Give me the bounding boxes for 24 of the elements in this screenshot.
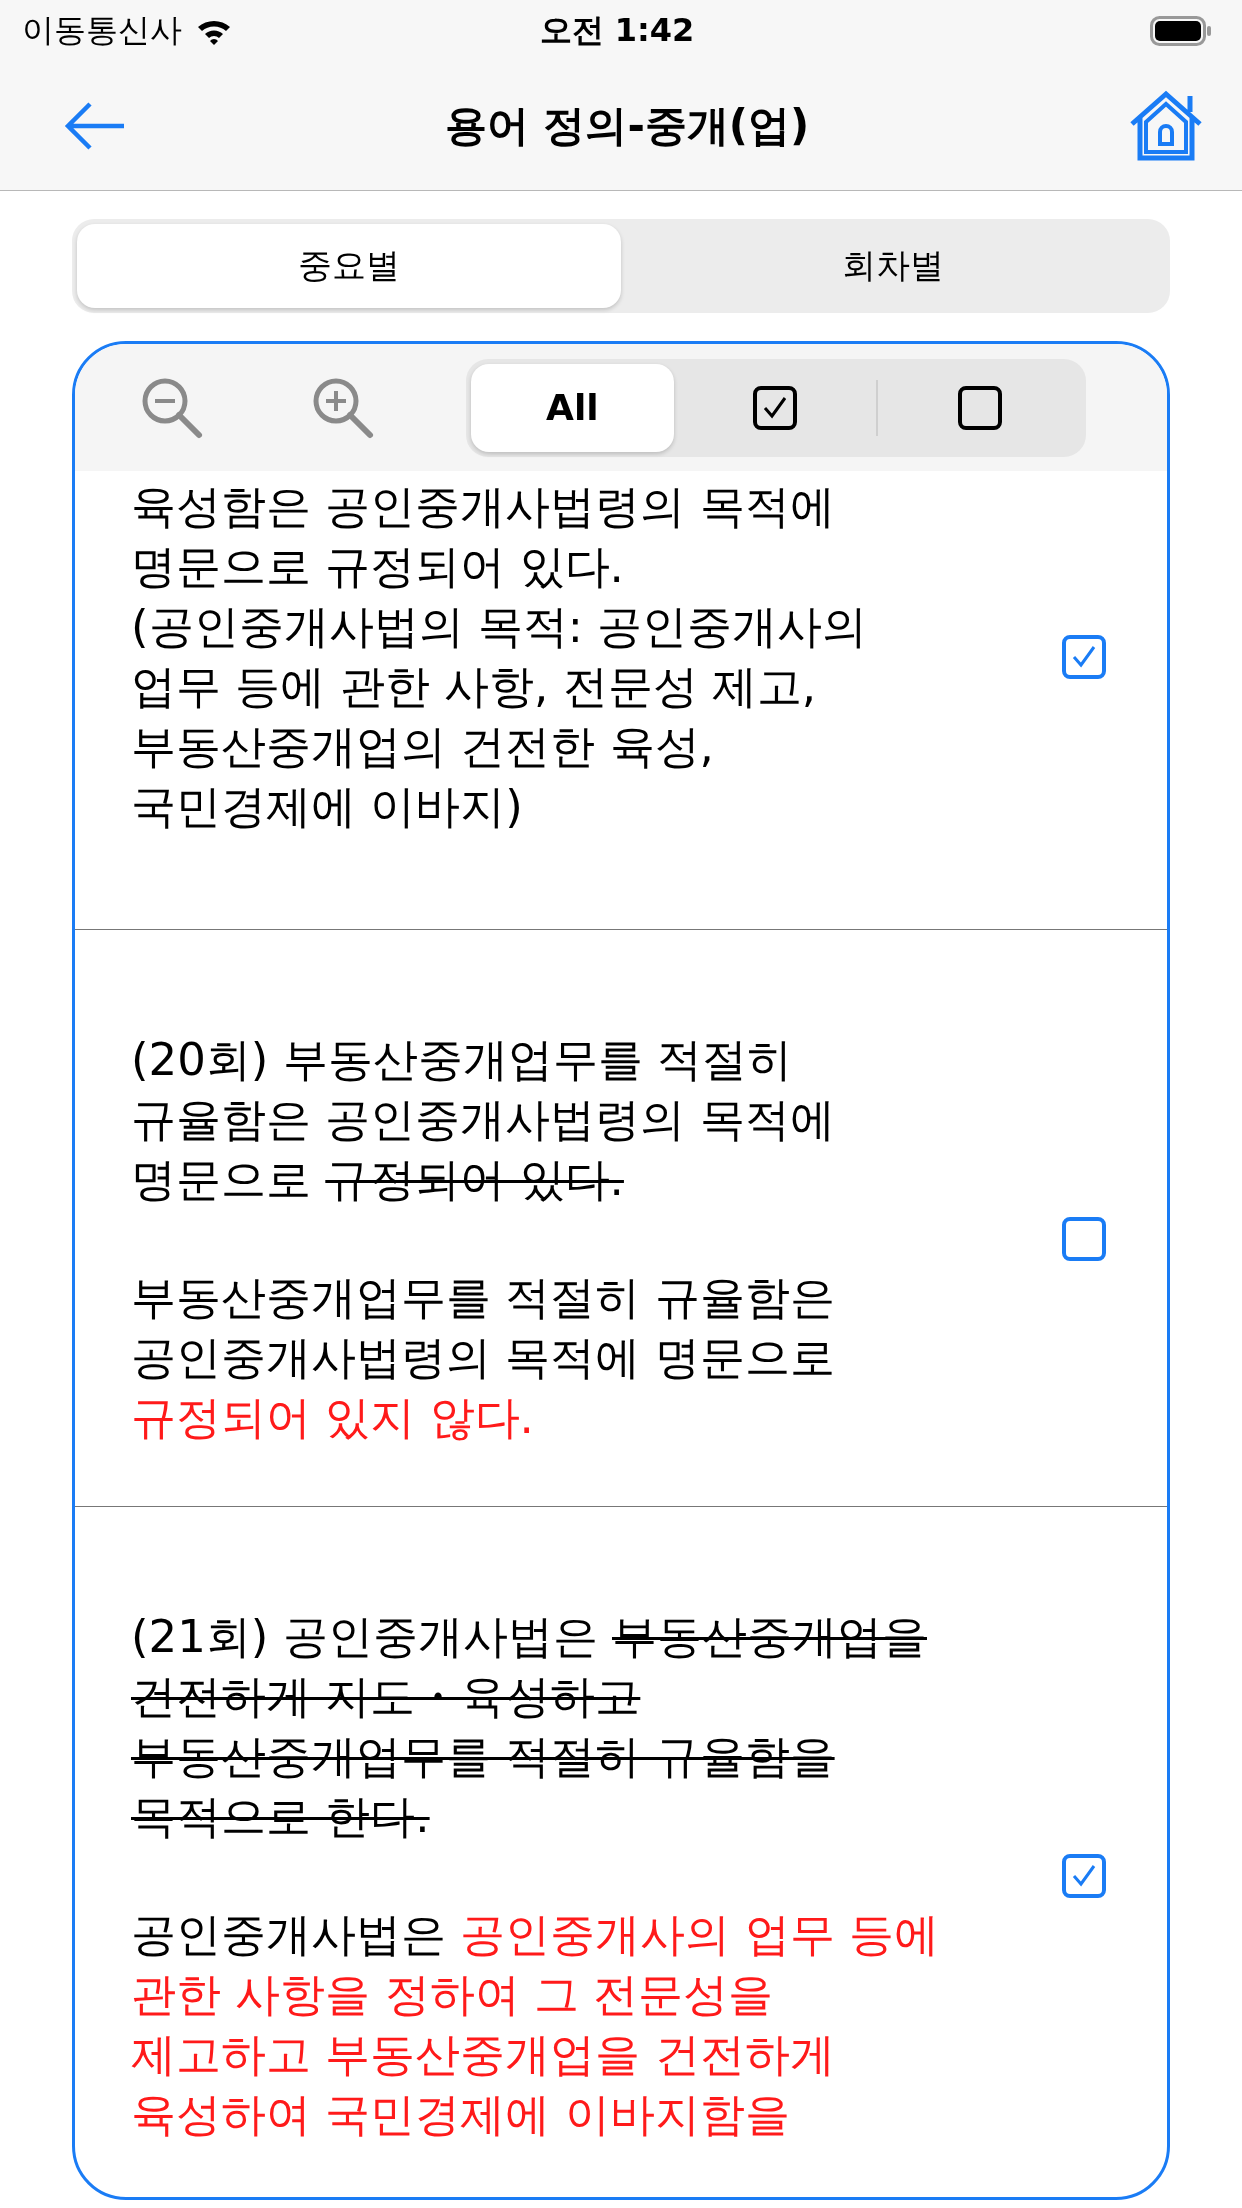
statement-text: (21회) 공인중개사법은 부동산중개업을 건전하게 지도・육성하고 부동산중개업무를 적절히 규율함을 목적으로 한다. — [131, 1609, 928, 1845]
filter-tab[interactable]: All — [471, 363, 674, 452]
status-time: 오전 1:42 — [539, 10, 695, 51]
empty-box-icon — [956, 384, 1003, 431]
statement-text: 공인중개사법은 공인중개사의 업무 등에 관한 사항을 정하여 그 전문성을 제고하고 부동산중개업을 건전하게 육성하여 국민경제에 이바지함을 — [131, 1907, 940, 2143]
statement-text: 육성함은 공인중개사법령의 목적에 명문으로 규정되어 있다. (공인중개사법의 목적: 공인중개사의 업무 등에 관한 사항, 전문성 제고, 부동산중개업의 건전한 육성, 국민경제에 이바지) — [131, 479, 869, 835]
battery-icon — [1150, 16, 1212, 46]
carrier-name: 이동통신사 — [22, 10, 182, 51]
segment-tab[interactable]: 중요별 — [77, 224, 621, 308]
checked-box-icon — [752, 384, 798, 431]
back-button[interactable] — [64, 101, 126, 151]
empty-box-icon — [1061, 1216, 1107, 1262]
checked-box-icon — [1061, 1853, 1107, 1899]
checkbox[interactable] — [1061, 1216, 1107, 1262]
home-icon — [1128, 90, 1204, 162]
checkbox[interactable] — [1061, 634, 1107, 680]
home-button[interactable] — [1128, 90, 1204, 162]
segment-tab[interactable]: 회차별 — [621, 224, 1165, 308]
statement-text: 부동산중개업무를 적절히 규율함은 공인중개사법령의 목적에 명문으로 규정되어 있지 않다. — [131, 1270, 836, 1446]
checkbox[interactable] — [1061, 1853, 1107, 1899]
checked-box-icon — [1061, 634, 1107, 680]
back-arrow-icon — [64, 101, 126, 151]
page-title: 용어 정의-중개(업) — [444, 100, 810, 152]
statement-text: (20회) 부동산중개업무를 적절히 규율함은 공인중개사법령의 목적에 명문으로 규정되어 있다. — [131, 1032, 836, 1208]
